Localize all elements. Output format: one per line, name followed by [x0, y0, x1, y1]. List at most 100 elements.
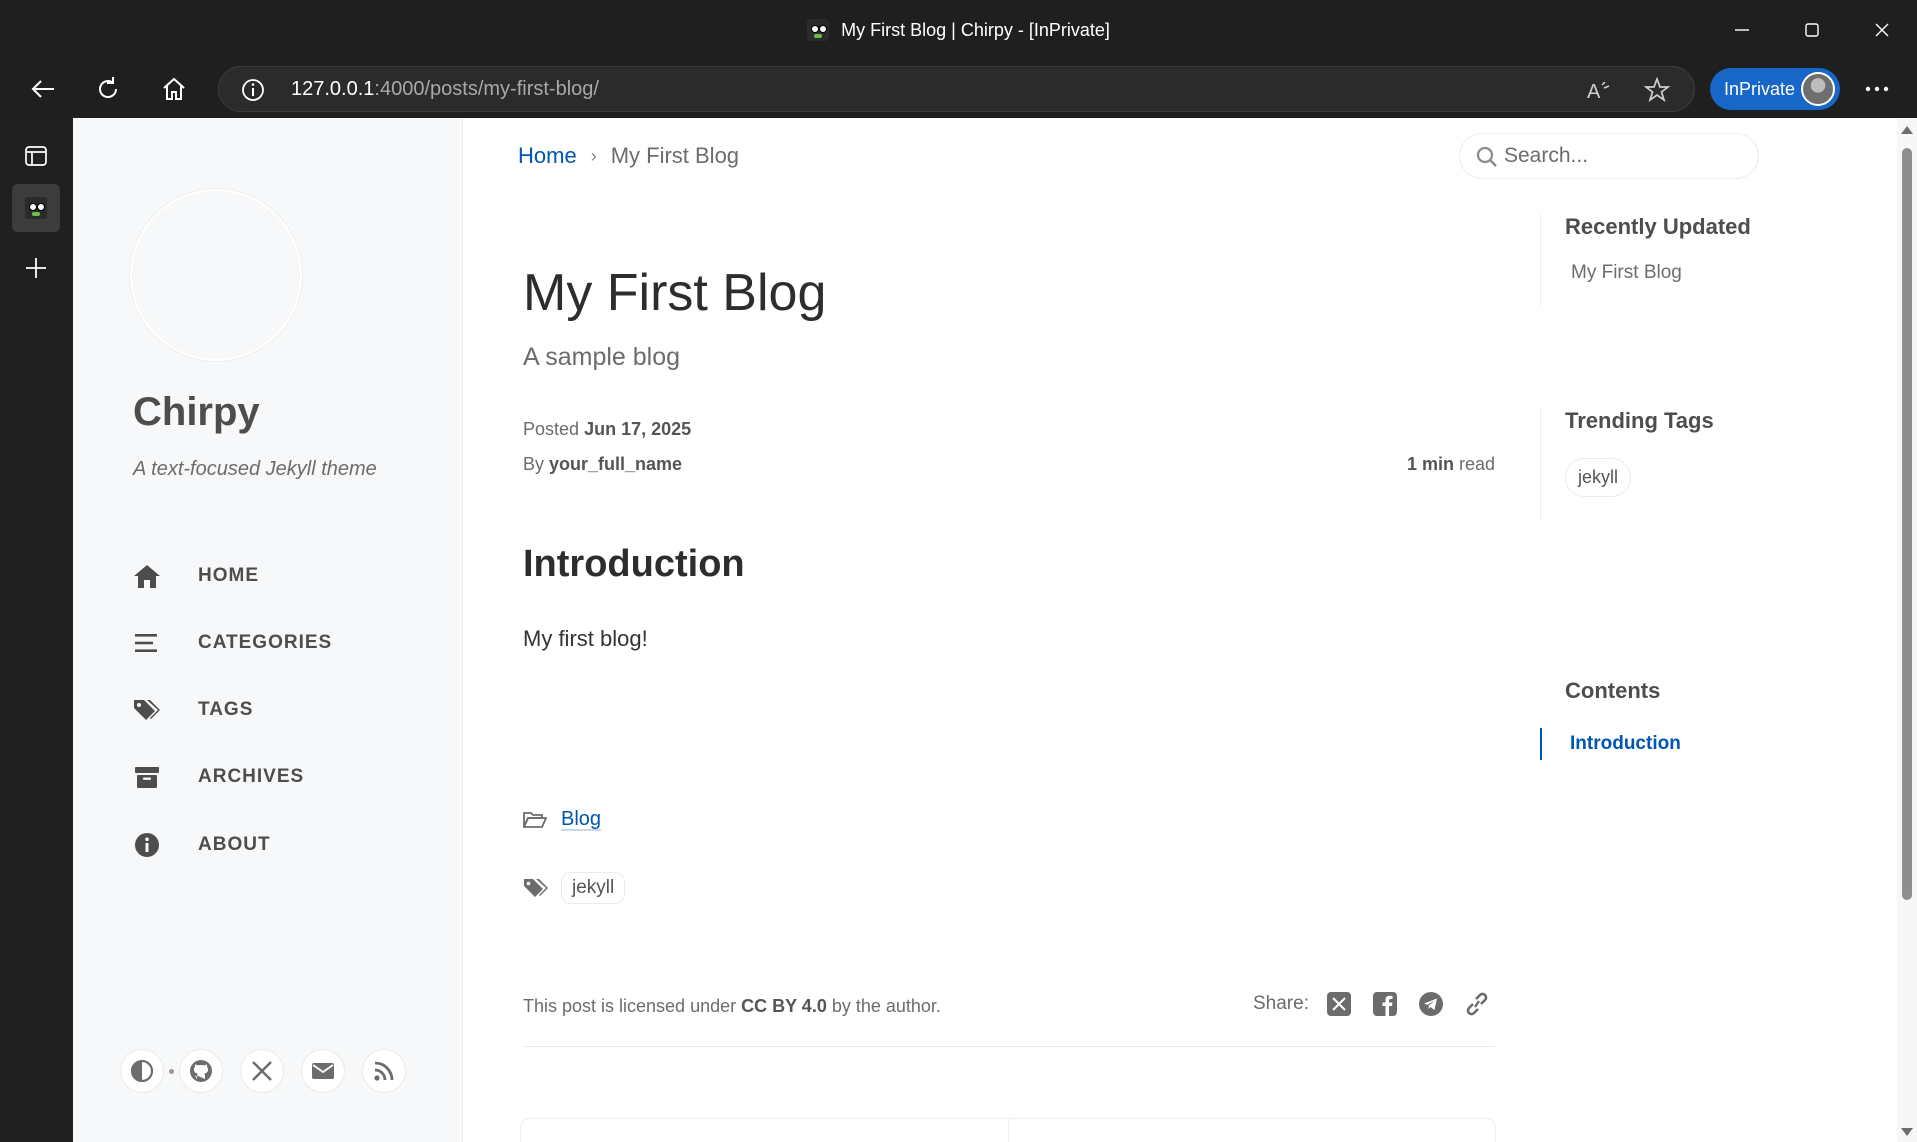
search-input[interactable] — [1504, 136, 1744, 176]
read-aloud-icon[interactable]: A — [1586, 77, 1612, 103]
site-title[interactable]: Chirpy — [133, 390, 260, 435]
sidebar-bottom-links — [121, 1050, 424, 1092]
contents-title: Contents — [1565, 678, 1661, 703]
search-icon — [1476, 146, 1497, 167]
link-icon — [1466, 992, 1488, 1016]
read-time: 1 min read — [1395, 454, 1495, 475]
breadcrumb-separator: › — [590, 145, 597, 166]
archive-icon — [133, 763, 161, 791]
email-link[interactable] — [302, 1050, 344, 1092]
post-subtitle: A sample blog — [523, 343, 681, 371]
sidebar: Chirpy A text-focused Jekyll theme HOME … — [73, 118, 463, 1142]
browser-toolbar: 127.0.0.1:4000/posts/my-first-blog/ A In… — [0, 60, 1917, 118]
license-suffix: by the author. — [831, 996, 941, 1016]
share-bar: Share: — [1253, 988, 1493, 1020]
share-facebook-button[interactable] — [1369, 988, 1401, 1020]
post-body: My first blog! — [523, 626, 648, 651]
post-author: By your_full_name — [523, 454, 682, 475]
author-name: your_full_name — [549, 454, 683, 474]
url-text[interactable]: 127.0.0.1:4000/posts/my-first-blog/ — [291, 67, 599, 111]
search-box[interactable] — [1459, 133, 1759, 179]
ellipsis-icon — [1865, 86, 1889, 92]
recently-updated-title: Recently Updated — [1565, 214, 1751, 239]
x-twitter-link[interactable] — [241, 1050, 283, 1092]
close-icon — [1875, 23, 1889, 37]
page-scrollbar[interactable] — [1897, 118, 1917, 1142]
sidebar-item-label: TAGS — [198, 699, 254, 720]
sidebar-item-tags[interactable]: TAGS — [133, 688, 413, 732]
toc-item-introduction[interactable]: Introduction — [1540, 728, 1681, 760]
x-square-icon — [1326, 992, 1351, 1016]
refresh-button[interactable] — [84, 60, 132, 118]
breadcrumb-home-link[interactable]: Home — [518, 143, 577, 169]
github-icon — [190, 1060, 212, 1082]
more-options-button[interactable] — [1852, 60, 1902, 118]
url-host: 127.0.0.1 — [291, 77, 375, 100]
post-title: My First Blog — [523, 264, 827, 322]
theme-toggle-icon — [130, 1059, 154, 1083]
chirpy-tab-favicon-icon — [25, 197, 47, 219]
section-heading: Introduction — [523, 543, 745, 585]
maximize-button[interactable] — [1777, 0, 1847, 60]
tab-actions-button[interactable] — [12, 132, 60, 180]
post-category: Blog — [523, 808, 601, 831]
scrollbar-thumb[interactable] — [1902, 148, 1912, 900]
new-tab-button[interactable] — [12, 244, 60, 292]
address-bar[interactable]: 127.0.0.1:4000/posts/my-first-blog/ A — [218, 66, 1695, 112]
sidebar-item-label: HOME — [198, 565, 259, 586]
post-navigation — [520, 1118, 1496, 1142]
category-link[interactable]: Blog — [561, 808, 601, 831]
chirpy-favicon-icon — [807, 19, 830, 41]
web-page: Chirpy A text-focused Jekyll theme HOME … — [73, 118, 1897, 1142]
window-controls — [1707, 0, 1917, 60]
email-icon — [312, 1063, 334, 1079]
share-telegram-button[interactable] — [1415, 988, 1447, 1020]
breadcrumb-current: My First Blog — [610, 143, 740, 168]
minimize-button[interactable] — [1707, 0, 1777, 60]
theme-toggle-button[interactable] — [121, 1050, 163, 1092]
maximize-icon — [1805, 23, 1819, 37]
back-arrow-icon — [31, 80, 54, 98]
separator-dot — [169, 1068, 174, 1074]
site-info-icon[interactable] — [241, 78, 265, 102]
sidebar-item-categories[interactable]: CATEGORIES — [133, 621, 413, 665]
vertical-tab-strip — [0, 118, 73, 1142]
site-subtitle: A text-focused Jekyll theme — [133, 458, 377, 480]
license-link[interactable]: CC BY 4.0 — [741, 996, 827, 1016]
rss-link[interactable] — [363, 1050, 405, 1092]
by-label: By — [523, 454, 545, 474]
share-x-button[interactable] — [1323, 988, 1355, 1020]
sidebar-item-label: ABOUT — [198, 834, 271, 855]
url-path: :4000/posts/my-first-blog/ — [374, 77, 599, 100]
recently-updated-link[interactable]: My First Blog — [1571, 262, 1751, 284]
post-divider — [523, 1046, 1495, 1047]
home-browser-button[interactable] — [150, 60, 198, 118]
refresh-icon — [99, 77, 118, 98]
post-date: Posted Jun 17, 2025 — [523, 419, 691, 440]
inprivate-button[interactable]: InPrivate — [1710, 68, 1840, 110]
minimize-icon — [1735, 29, 1749, 31]
tab-my-first-blog[interactable] — [12, 184, 60, 232]
sidebar-item-archives[interactable]: ARCHIVES — [133, 755, 413, 799]
github-link[interactable] — [180, 1050, 222, 1092]
window-title-bar: My First Blog | Chirpy - [InPrivate] — [0, 0, 1917, 60]
back-button[interactable] — [19, 60, 67, 118]
close-window-button[interactable] — [1847, 0, 1917, 60]
scroll-up-arrow-icon[interactable] — [1901, 126, 1913, 134]
home-outline-icon — [163, 77, 185, 100]
site-avatar[interactable] — [130, 189, 302, 361]
rss-icon — [374, 1061, 394, 1081]
read-label: read — [1458, 454, 1495, 474]
trending-tags-title: Trending Tags — [1565, 408, 1714, 433]
tags-icon — [524, 879, 548, 897]
sidebar-item-about[interactable]: ABOUT — [133, 823, 413, 867]
copy-link-button[interactable] — [1461, 988, 1493, 1020]
posted-date[interactable]: Jun 17, 2025 — [584, 419, 691, 439]
sidebar-item-home[interactable]: HOME — [133, 554, 413, 598]
license-prefix: This post is licensed under — [523, 996, 737, 1016]
sidebar-item-label: CATEGORIES — [198, 632, 333, 653]
scroll-down-arrow-icon[interactable] — [1901, 1128, 1913, 1136]
trending-tag-link[interactable]: jekyll — [1565, 458, 1632, 497]
tag-link[interactable]: jekyll — [561, 872, 626, 904]
favorite-star-icon[interactable] — [1644, 77, 1670, 103]
